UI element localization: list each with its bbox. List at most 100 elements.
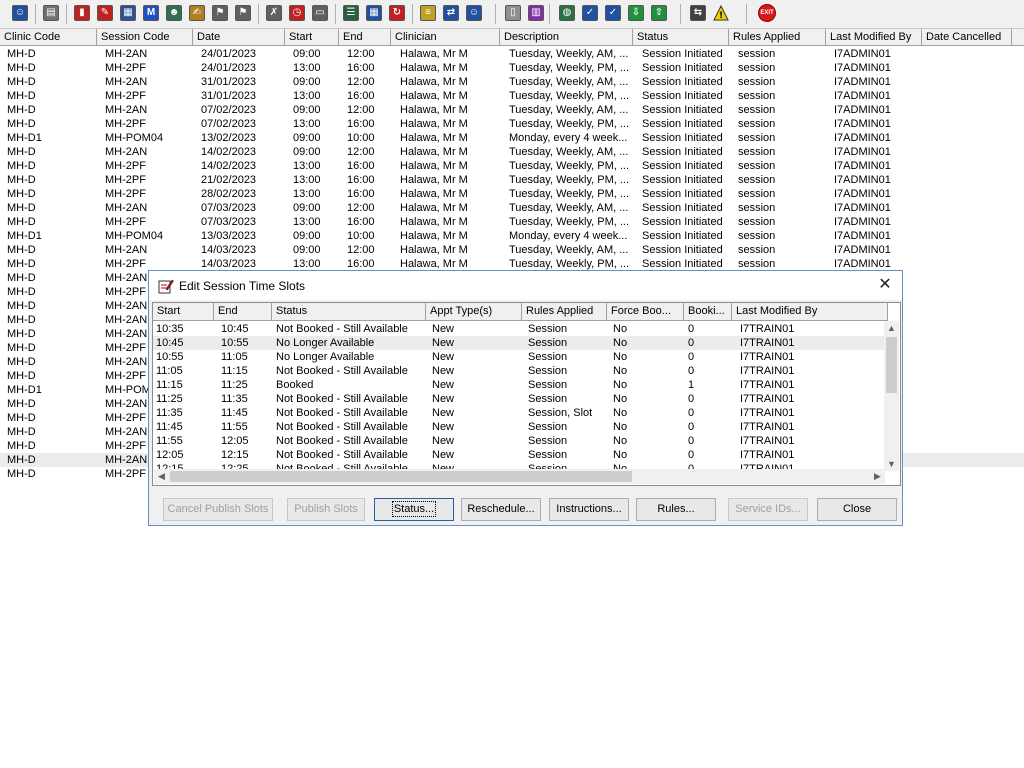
globe-toolbar-button[interactable]: ◍: [557, 3, 577, 23]
column-header[interactable]: Booki...: [684, 303, 732, 320]
slot-row[interactable]: 11:05 11:15 Not Booked - Still Available Ne…: [153, 364, 886, 378]
warning-toolbar-button[interactable]: !: [711, 3, 731, 23]
column-header[interactable]: Description: [500, 29, 633, 45]
book-toolbar-button[interactable]: ▮: [72, 3, 92, 23]
cancel-toolbar-button[interactable]: ✗: [264, 3, 284, 23]
column-header[interactable]: Last Modified By: [732, 303, 888, 320]
note-toolbar-button[interactable]: ✍: [187, 3, 207, 23]
edit-toolbar-button[interactable]: ✎: [95, 3, 115, 23]
service-ids-button[interactable]: Service IDs...: [728, 498, 808, 521]
table-cell: 16:00: [347, 258, 375, 270]
column-header[interactable]: Appt Type(s): [426, 303, 522, 320]
table-row[interactable]: MH-D MH-2AN 31/01/2023 09:00 12:00 Halawa, Mr…: [0, 75, 1024, 89]
column-header[interactable]: Status: [272, 303, 426, 320]
slot-cell: New: [432, 379, 455, 391]
scroll-right-icon[interactable]: ▶: [870, 469, 885, 484]
slot-row[interactable]: 12:05 12:15 Not Booked - Still Available Ne…: [153, 448, 886, 462]
column-header[interactable]: Rules Applied: [729, 29, 826, 45]
flag-toolbar-button[interactable]: ⚑: [210, 3, 230, 23]
table-row[interactable]: MH-D MH-2PF 21/02/2023 13:00 16:00 Halawa, Mr…: [0, 173, 1024, 187]
dialog-titlebar[interactable]: Edit Session Time Slots ✕: [149, 271, 902, 300]
column-header[interactable]: Start: [153, 303, 214, 320]
slot-row[interactable]: 11:55 12:05 Not Booked - Still Available Ne…: [153, 434, 886, 448]
print-toolbar-button[interactable]: ▤: [41, 3, 61, 23]
clock-toolbar-button[interactable]: ◷: [287, 3, 307, 23]
column-header[interactable]: Last Modified By: [826, 29, 922, 45]
column-header[interactable]: Clinic Code: [0, 29, 97, 45]
table-row[interactable]: MH-D MH-2PF 14/03/2023 13:00 16:00 Halawa, Mr…: [0, 257, 1024, 271]
export-toolbar-button[interactable]: ⇧: [649, 3, 669, 23]
table-row[interactable]: MH-D MH-2AN 14/02/2023 09:00 12:00 Halawa, Mr…: [0, 145, 1024, 159]
column-header[interactable]: Date Cancelled: [922, 29, 1012, 45]
column-header[interactable]: Rules Applied: [522, 303, 607, 320]
table-row[interactable]: MH-D MH-2AN 07/02/2023 09:00 12:00 Halawa, Mr…: [0, 103, 1024, 117]
flag-toolbar-button[interactable]: ⚑: [233, 3, 253, 23]
slot-row[interactable]: 10:55 11:05 No Longer Available New Session N…: [153, 350, 886, 364]
import-toolbar-button[interactable]: ⇩: [626, 3, 646, 23]
table-row[interactable]: MH-D MH-2PF 07/02/2023 13:00 16:00 Halawa, Mr…: [0, 117, 1024, 131]
vertical-scroll-thumb[interactable]: [886, 337, 897, 393]
window-icon: ▭: [312, 5, 328, 21]
slot-row[interactable]: 11:25 11:35 Not Booked - Still Available Ne…: [153, 392, 886, 406]
slot-row[interactable]: 11:45 11:55 Not Booked - Still Available Ne…: [153, 420, 886, 434]
table-row[interactable]: MH-D1 MH-POM04 13/02/2023 09:00 10:00 Halawa,…: [0, 131, 1024, 145]
person-toolbar-button[interactable]: ☻: [164, 3, 184, 23]
table-row[interactable]: MH-D MH-2PF 28/02/2023 13:00 16:00 Halawa, Mr…: [0, 187, 1024, 201]
letter-toolbar-button[interactable]: M: [141, 3, 161, 23]
notes-toolbar-button[interactable]: ≡: [418, 3, 438, 23]
document-toolbar-button[interactable]: ▯: [503, 3, 523, 23]
checklist-toolbar-button[interactable]: ✓: [580, 3, 600, 23]
publish-slots-button[interactable]: Publish Slots: [287, 498, 365, 521]
column-header[interactable]: End: [339, 29, 391, 45]
table-row[interactable]: MH-D MH-2PF 07/03/2023 13:00 16:00 Halawa, Mr…: [0, 215, 1024, 229]
exit-toolbar-button[interactable]: EXIT: [757, 3, 777, 23]
scroll-up-icon[interactable]: ▲: [884, 321, 899, 335]
slot-row[interactable]: 10:45 10:55 No Longer Available New Session N…: [153, 336, 886, 350]
transfer-toolbar-button[interactable]: ⇄: [441, 3, 461, 23]
swap-toolbar-button[interactable]: ⇆: [688, 3, 708, 23]
vertical-scrollbar[interactable]: ▲ ▼: [884, 321, 899, 471]
checklist-toolbar-button[interactable]: ✓: [603, 3, 623, 23]
slot-row[interactable]: 11:35 11:45 Not Booked - Still Available Ne…: [153, 406, 886, 420]
column-header[interactable]: Clinician: [391, 29, 500, 45]
column-header[interactable]: Date: [193, 29, 285, 45]
people-toolbar-button[interactable]: ☺: [464, 3, 484, 23]
column-header[interactable]: Force Boo...: [607, 303, 684, 320]
table-cell: Monday, every 4 week...: [509, 132, 628, 144]
window-toolbar-button[interactable]: ▭: [310, 3, 330, 23]
table-row[interactable]: MH-D MH-2AN 24/01/2023 09:00 12:00 Halawa, Mr…: [0, 47, 1024, 61]
time-slots-list[interactable]: Start End Status Appt Type(s) Rules Applied F…: [152, 302, 901, 486]
scroll-down-icon[interactable]: ▼: [884, 457, 899, 471]
chart-toolbar-button[interactable]: ▥: [526, 3, 546, 23]
list-toolbar-button[interactable]: ☰: [341, 3, 361, 23]
horizontal-scroll-thumb[interactable]: [170, 471, 632, 482]
calendar-toolbar-button[interactable]: ▦: [118, 3, 138, 23]
table-row[interactable]: MH-D MH-2PF 31/01/2023 13:00 16:00 Halawa, Mr…: [0, 89, 1024, 103]
rules-button[interactable]: Rules...: [636, 498, 716, 521]
user-toolbar-button[interactable]: ☺: [10, 3, 30, 23]
table-row[interactable]: MH-D MH-2AN 14/03/2023 09:00 12:00 Halawa, Mr…: [0, 243, 1024, 257]
column-header[interactable]: Status: [633, 29, 729, 45]
table-row[interactable]: MH-D MH-2AN 07/03/2023 09:00 12:00 Halawa, Mr…: [0, 201, 1024, 215]
close-icon[interactable]: ✕: [876, 276, 894, 294]
cancel-publish-slots-button[interactable]: Cancel Publish Slots: [163, 498, 273, 521]
status-button[interactable]: Status...: [374, 498, 454, 521]
instructions-button[interactable]: Instructions...: [549, 498, 629, 521]
table-row[interactable]: MH-D1 MH-POM04 13/03/2023 09:00 10:00 Halawa,…: [0, 229, 1024, 243]
slot-row[interactable]: 10:35 10:45 Not Booked - Still Available Ne…: [153, 322, 886, 336]
refresh-toolbar-button[interactable]: ↻: [387, 3, 407, 23]
column-header[interactable]: Start: [285, 29, 339, 45]
table-cell: [930, 201, 1020, 215]
slot-row[interactable]: 11:15 11:25 Booked New Session No 1 I7TRAIN01: [153, 378, 886, 392]
table-cell: Session Initiated: [642, 244, 723, 256]
table-row[interactable]: MH-D MH-2PF 14/02/2023 13:00 16:00 Halawa, Mr…: [0, 159, 1024, 173]
horizontal-scrollbar[interactable]: ◀ ▶: [154, 469, 885, 484]
reschedule-button[interactable]: Reschedule...: [461, 498, 541, 521]
column-header[interactable]: Session Code: [97, 29, 193, 45]
close-button[interactable]: Close: [817, 498, 897, 521]
schedule-toolbar-button[interactable]: ▦: [364, 3, 384, 23]
column-header[interactable]: End: [214, 303, 272, 320]
table-cell: Session Initiated: [642, 174, 723, 186]
scroll-left-icon[interactable]: ◀: [154, 469, 169, 484]
table-row[interactable]: MH-D MH-2PF 24/01/2023 13:00 16:00 Halawa, Mr…: [0, 61, 1024, 75]
